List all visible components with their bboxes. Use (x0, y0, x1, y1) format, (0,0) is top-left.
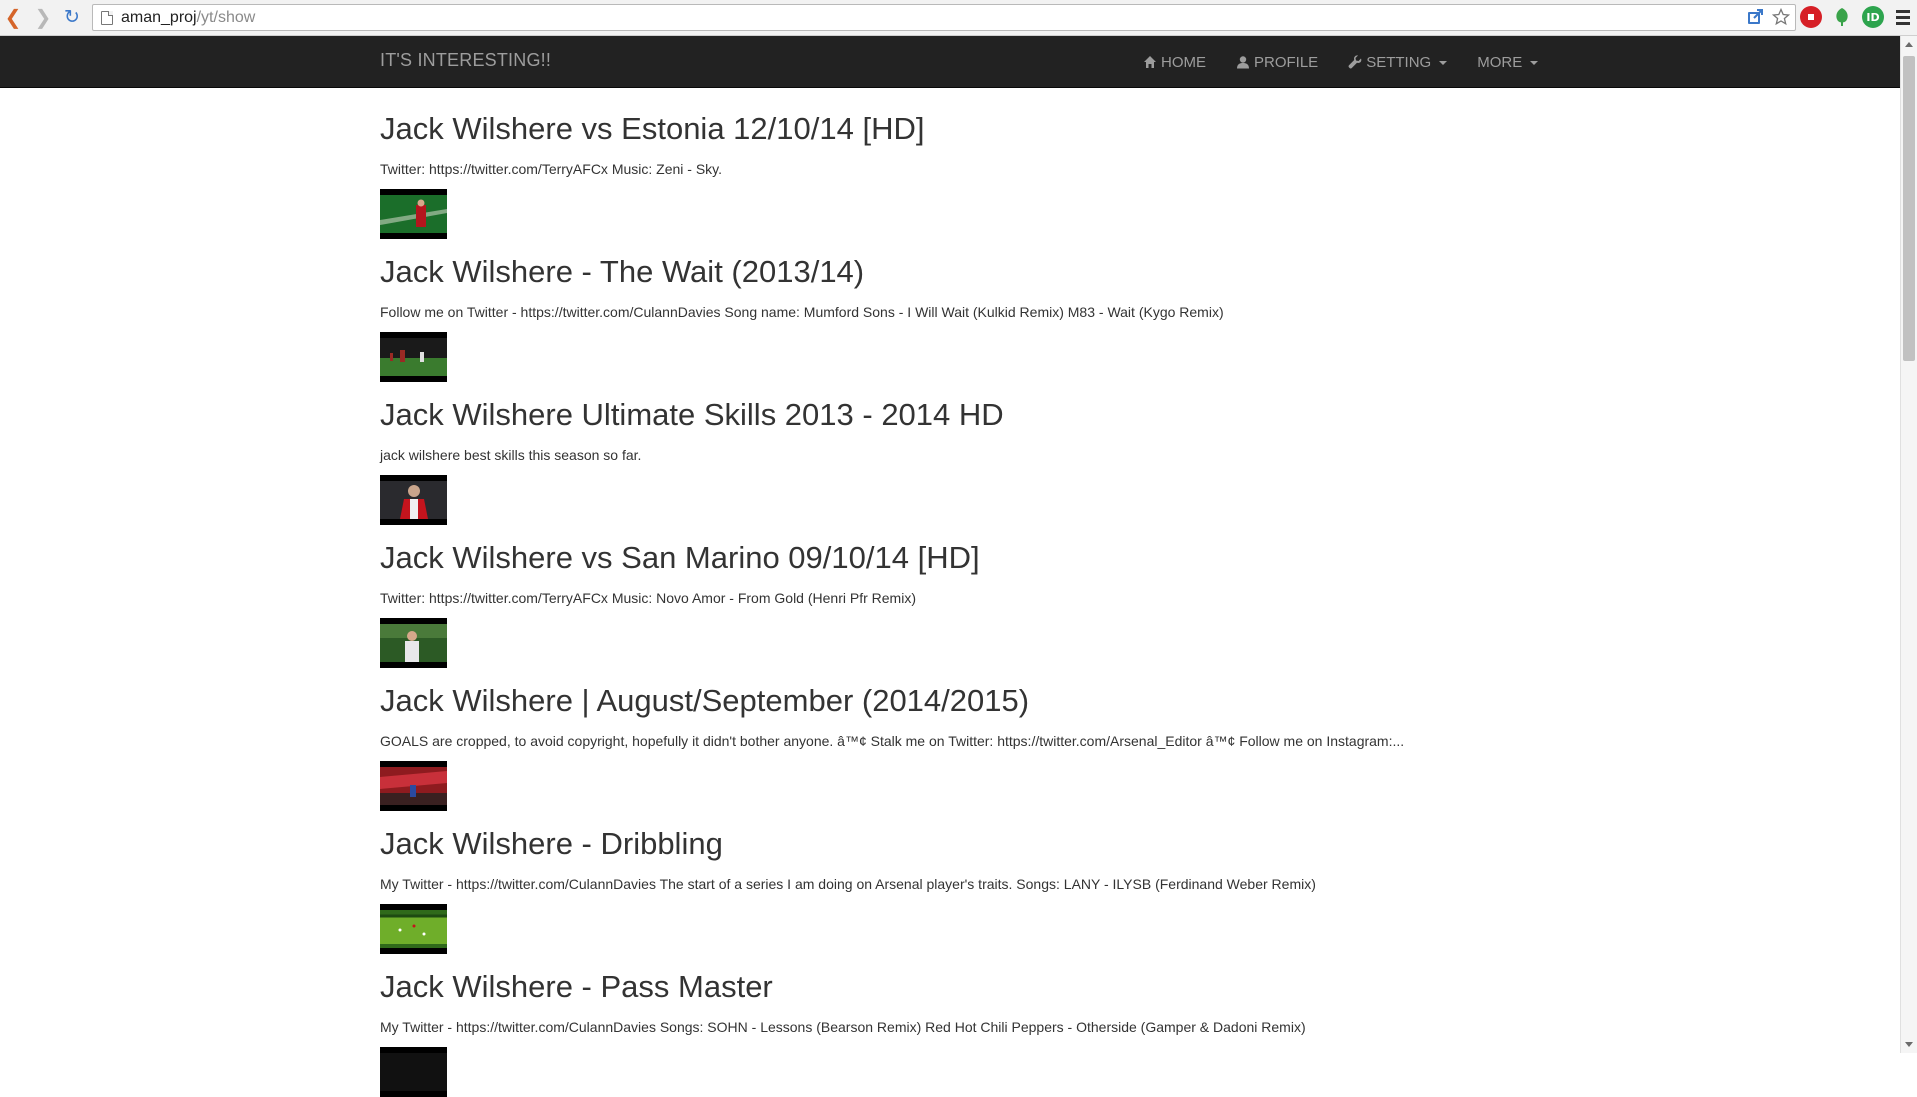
nav-more-label: MORE (1477, 53, 1523, 71)
video-title: Jack Wilshere - Pass Master (380, 969, 773, 1004)
home-icon (1143, 55, 1157, 69)
nav-setting-dropdown[interactable]: SETTING (1333, 36, 1462, 88)
reload-icon[interactable]: ↻ (61, 6, 83, 28)
chevron-down-icon (1439, 61, 1448, 65)
address-bar[interactable]: aman_proj/yt/show (92, 4, 1796, 31)
video-item: Jack Wilshere - The Wait (2013/14) Follo… (380, 231, 1830, 382)
nav-home-link[interactable]: HOME (1128, 36, 1221, 88)
scrollbar-thumb[interactable] (1903, 56, 1915, 361)
url-text[interactable]: aman_proj/yt/show (121, 9, 255, 27)
video-item: Jack Wilshere Ultimate Skills 2013 - 201… (380, 374, 1830, 525)
video-description: My Twitter - https://twitter.com/CulannD… (380, 876, 1316, 892)
id-extension-icon[interactable]: ID (1862, 6, 1884, 28)
user-icon (1236, 55, 1250, 69)
video-title: Jack Wilshere | August/September (2014/2… (380, 683, 1030, 718)
url-path: /yt/show (196, 8, 256, 26)
video-description: Twitter: https://twitter.com/TerryAFCx M… (380, 161, 723, 177)
forward-arrow-icon[interactable]: ❯ (32, 6, 54, 28)
video-item: Jack Wilshere vs Estonia 12/10/14 [HD] T… (380, 88, 1830, 239)
stop-extension-icon[interactable] (1800, 6, 1822, 28)
back-arrow-icon[interactable]: ❮ (2, 6, 24, 28)
page-icon (101, 10, 113, 25)
video-thumbnail[interactable] (380, 1047, 447, 1097)
nav-profile-label: PROFILE (1254, 53, 1319, 71)
video-title: Jack Wilshere vs San Marino 09/10/14 [HD… (380, 540, 980, 575)
nav-setting-label: SETTING (1366, 53, 1432, 71)
video-description: Twitter: https://twitter.com/TerryAFCx M… (380, 590, 916, 606)
share-icon[interactable] (1745, 7, 1765, 27)
nav-home-label: HOME (1161, 53, 1206, 71)
video-title: Jack Wilshere Ultimate Skills 2013 - 201… (380, 397, 1004, 432)
scroll-up-icon[interactable] (1905, 42, 1913, 47)
video-description: jack wilshere best skills this season so… (380, 447, 642, 463)
url-host: aman_proj (121, 8, 197, 26)
video-item: Jack Wilshere vs San Marino 09/10/14 [HD… (380, 517, 1830, 668)
video-item: Jack Wilshere - Dribbling My Twitter - h… (380, 803, 1830, 954)
video-title: Jack Wilshere vs Estonia 12/10/14 [HD] (380, 111, 925, 146)
omnibox-actions (1745, 7, 1791, 27)
chevron-down-icon (1530, 61, 1539, 65)
page-scrollbar[interactable] (1900, 36, 1917, 1053)
video-description: GOALS are cropped, to avoid copyright, h… (380, 733, 1405, 749)
browser-toolbar: ❮ ❯ ↻ aman_proj/yt/show ID (0, 0, 1917, 36)
navbar: IT'S INTERESTING!! HOME PROFILE SETTING … (0, 36, 1900, 88)
navbar-brand[interactable]: IT'S INTERESTING!! (380, 50, 551, 71)
video-description: My Twitter - https://twitter.com/CulannD… (380, 1019, 1306, 1035)
wrench-icon (1348, 55, 1362, 69)
video-title: Jack Wilshere - The Wait (2013/14) (380, 254, 865, 289)
scroll-down-icon[interactable] (1905, 1042, 1913, 1047)
video-description: Follow me on Twitter - https://twitter.c… (380, 304, 1224, 320)
leaf-extension-icon[interactable] (1831, 6, 1853, 28)
video-list: Jack Wilshere vs Estonia 12/10/14 [HD] T… (380, 88, 1830, 1097)
bookmark-star-icon[interactable] (1771, 7, 1791, 27)
nav-more-dropdown[interactable]: MORE (1462, 36, 1553, 88)
nav-profile-link[interactable]: PROFILE (1221, 36, 1333, 88)
video-item: Jack Wilshere - Pass Master My Twitter -… (380, 946, 1830, 1097)
video-item: Jack Wilshere | August/September (2014/2… (380, 660, 1830, 811)
extension-icons: ID (1800, 6, 1913, 28)
browser-menu-icon[interactable] (1893, 6, 1913, 28)
navbar-links: HOME PROFILE SETTING MORE (1128, 36, 1553, 88)
video-title: Jack Wilshere - Dribbling (380, 826, 723, 861)
